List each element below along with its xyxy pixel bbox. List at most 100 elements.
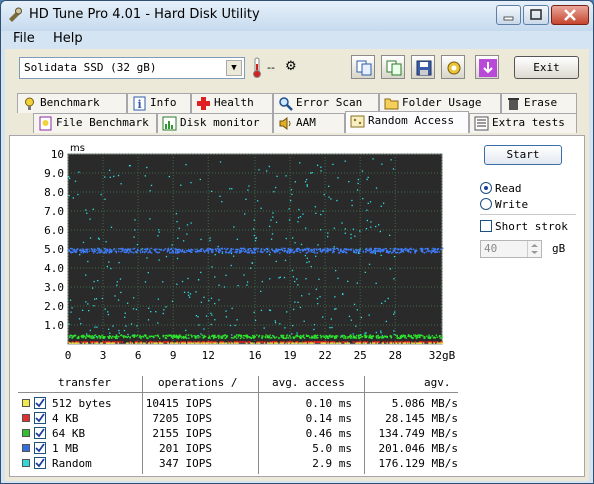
random-access-point xyxy=(257,200,259,202)
tab-extra-tests[interactable]: Extra tests xyxy=(469,113,577,133)
random-access-point xyxy=(354,235,356,237)
series-1mb-point xyxy=(420,248,422,250)
start-button[interactable]: Start xyxy=(484,145,562,165)
short-stroke-spinner[interactable]: 40 xyxy=(480,240,542,258)
short-stroke-checkbox[interactable] xyxy=(480,220,492,232)
random-access-point xyxy=(120,291,122,294)
series-1mb-point xyxy=(312,248,315,251)
series-1mb-point xyxy=(422,248,424,250)
series-64kb-point xyxy=(320,335,322,338)
tab-info[interactable]: i Info xyxy=(127,93,191,113)
random-access-point xyxy=(380,332,382,334)
tab-error-scan[interactable]: Error Scan xyxy=(273,93,379,113)
result-row: Random 347 IOPS 2.9 ms 176.129 MB/s xyxy=(18,456,458,471)
tab-erase[interactable]: Erase xyxy=(501,93,577,113)
series-1mb-point xyxy=(190,251,193,253)
series-512b-point xyxy=(173,342,175,344)
random-access-point xyxy=(370,221,372,223)
series-64kb-point xyxy=(179,336,181,338)
gear-icon[interactable]: ⚙ xyxy=(285,59,297,74)
download-button[interactable] xyxy=(475,55,499,79)
save-button[interactable] xyxy=(411,55,435,79)
random-access-point xyxy=(208,299,210,302)
menu-file[interactable]: File xyxy=(13,31,35,46)
series-checkbox[interactable] xyxy=(34,412,46,424)
series-1mb-point xyxy=(108,249,110,251)
random-access-point xyxy=(385,320,387,323)
header-avg-rate: agv. xyxy=(424,376,451,389)
series-64kb-point xyxy=(377,334,379,337)
tab-health[interactable]: Health xyxy=(191,93,273,113)
series-64kb-point xyxy=(293,336,296,338)
random-access-point xyxy=(360,316,363,319)
chevron-down-icon[interactable]: ▼ xyxy=(226,60,242,76)
series-1mb-point xyxy=(263,248,266,251)
random-access-point xyxy=(176,283,178,285)
series-checkbox[interactable] xyxy=(34,397,46,409)
series-64kb-point xyxy=(405,337,408,339)
series-1mb-point xyxy=(108,251,111,253)
series-1mb-point xyxy=(142,251,144,253)
drive-select[interactable]: Solidata SSD (32 gB) ▼ xyxy=(19,57,245,79)
random-access-point xyxy=(304,181,307,183)
series-1mb-point xyxy=(221,250,224,253)
title-bar[interactable]: HD Tune Pro 4.01 - Hard Disk Utility xyxy=(1,1,593,31)
random-access-point xyxy=(119,278,122,280)
random-access-point xyxy=(306,261,308,264)
series-1mb-point xyxy=(179,250,182,252)
random-access-point xyxy=(309,172,312,174)
series-64kb-point xyxy=(428,337,430,340)
maximize-button[interactable] xyxy=(523,5,549,25)
series-512b-point xyxy=(362,342,364,344)
tab-file-benchmark[interactable]: File Benchmark xyxy=(33,113,157,133)
tab-random-access[interactable]: Random Access xyxy=(345,111,469,133)
menu-help[interactable]: Help xyxy=(53,31,83,46)
series-1mb-point xyxy=(172,251,174,253)
tab-aam[interactable]: AAM xyxy=(273,113,345,133)
tab-folder-usage[interactable]: Folder Usage xyxy=(379,93,501,113)
series-64kb-point xyxy=(172,335,175,338)
random-access-point xyxy=(393,278,395,280)
close-button[interactable] xyxy=(551,5,589,25)
series-1mb-point xyxy=(242,250,244,252)
tab-disk-monitor[interactable]: Disk monitor xyxy=(157,113,273,133)
random-access-point xyxy=(292,276,295,278)
random-access-point xyxy=(320,229,322,231)
x-tick-label: 32gB xyxy=(429,349,456,362)
tab-benchmark[interactable]: Benchmark xyxy=(17,93,127,113)
random-access-point xyxy=(291,193,293,196)
series-64kb-point xyxy=(215,336,217,339)
read-radio[interactable] xyxy=(480,182,492,194)
series-1mb-point xyxy=(330,249,332,252)
minimize-button[interactable] xyxy=(496,5,521,25)
random-access-point xyxy=(218,284,220,286)
series-512b-point xyxy=(159,342,161,344)
series-1mb-point xyxy=(219,248,221,250)
series-512b-point xyxy=(417,342,420,344)
series-64kb-point xyxy=(258,335,260,338)
options-button[interactable] xyxy=(441,55,465,79)
write-option[interactable]: Write xyxy=(480,198,528,211)
series-1mb-point xyxy=(395,248,397,250)
copy-info-button[interactable] xyxy=(351,55,375,79)
copy-screenshot-button[interactable] xyxy=(381,55,405,79)
series-1mb-point xyxy=(400,251,403,253)
series-512b-point xyxy=(228,342,231,344)
random-access-point xyxy=(356,309,358,311)
short-stroke-option[interactable]: Short strok xyxy=(480,220,568,233)
read-option[interactable]: Read xyxy=(480,182,522,195)
random-access-point xyxy=(285,237,287,240)
random-access-point xyxy=(335,270,337,272)
spinner-arrows-icon[interactable] xyxy=(527,241,541,257)
series-512b-point xyxy=(101,342,104,344)
write-radio[interactable] xyxy=(480,198,492,210)
random-access-point xyxy=(229,188,231,190)
series-64kb-point xyxy=(176,335,178,337)
series-checkbox[interactable] xyxy=(34,442,46,454)
series-checkbox[interactable] xyxy=(34,427,46,439)
series-checkbox[interactable] xyxy=(34,457,46,469)
exit-button[interactable]: Exit xyxy=(514,56,579,79)
random-access-point xyxy=(78,171,80,173)
series-1mb-point xyxy=(127,252,130,254)
random-access-point xyxy=(148,307,150,309)
